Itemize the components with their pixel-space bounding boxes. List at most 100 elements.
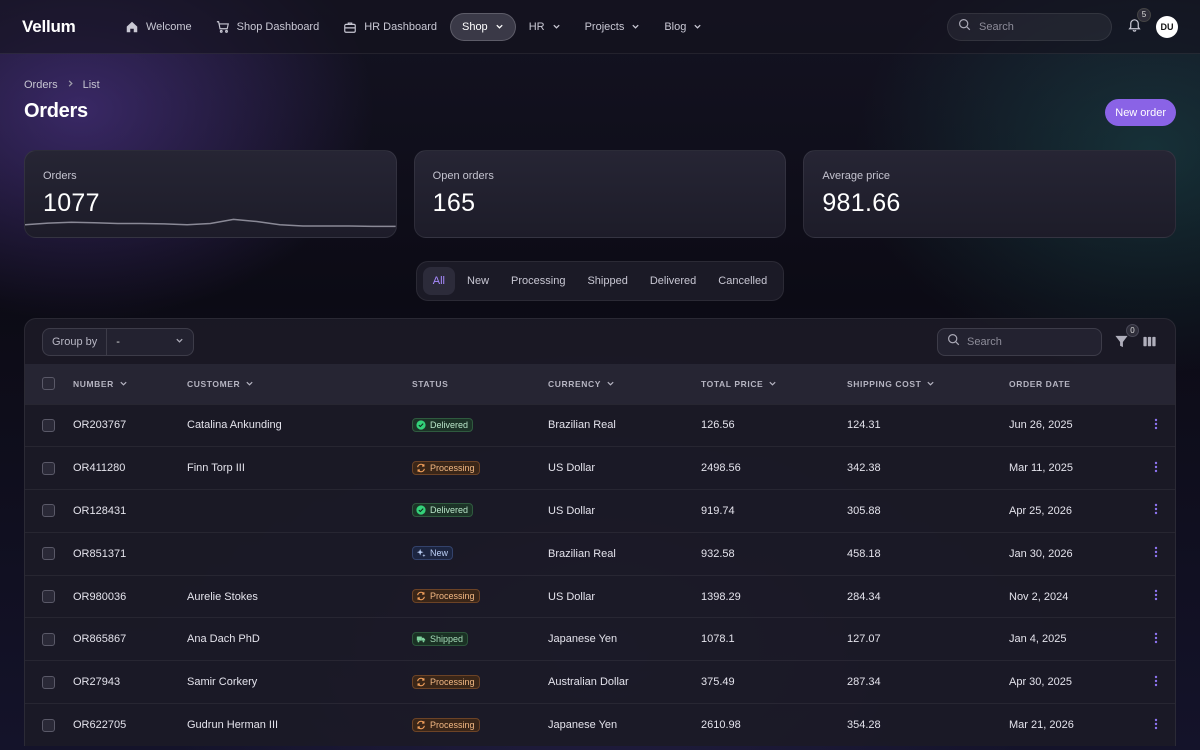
cell-currency: US Dollar [548, 590, 596, 603]
table-row[interactable]: OR411280 Finn Torp III Processing US Dol… [25, 446, 1175, 490]
chevron-down-icon [175, 336, 184, 348]
page-header: Orders List Orders New order [0, 54, 1200, 150]
table-header-row: Number Customer Status Currency Total pr… [25, 364, 1175, 404]
breadcrumb-item-orders[interactable]: Orders [24, 79, 58, 91]
status-label: Delivered [430, 419, 469, 430]
tab-shipped[interactable]: Shipped [577, 267, 637, 295]
table-row[interactable]: OR27943 Samir Corkery Processing Austral… [25, 660, 1175, 704]
filter-button[interactable]: 0 [1114, 323, 1139, 350]
status-label: Processing [430, 462, 475, 473]
row-actions-button[interactable] [1150, 461, 1162, 473]
cell-total-price: 932.58 [701, 547, 735, 560]
cell-customer: Finn Torp III [187, 462, 245, 475]
status-badge: Shipped [412, 631, 469, 646]
cell-total-price: 1078.1 [701, 633, 735, 646]
cell-total-price: 2610.98 [701, 719, 741, 732]
breadcrumb: Orders List [24, 79, 1176, 91]
column-header-customer[interactable]: Customer [187, 379, 254, 389]
row-actions-button[interactable] [1150, 632, 1162, 644]
table-row[interactable]: OR980036 Aurelie Stokes Processing US Do… [25, 575, 1175, 618]
status-badge: New [412, 546, 454, 561]
row-actions-button[interactable] [1150, 503, 1162, 515]
nav-item-blog[interactable]: Blog [653, 13, 713, 41]
columns-toggle-button[interactable] [1142, 334, 1158, 350]
select-all-checkbox[interactable] [42, 377, 55, 391]
row-actions-button[interactable] [1150, 675, 1162, 687]
sparkles-icon [416, 549, 426, 558]
stats-row: Orders 1077 Open orders 165 Average pric… [0, 150, 1200, 238]
cell-shipping-cost: 287.34 [847, 676, 881, 689]
table-row[interactable]: OR865867 Ana Dach PhD Shipped Japanese Y… [25, 617, 1175, 661]
row-checkbox[interactable] [42, 418, 55, 432]
cell-number: OR27943 [73, 676, 121, 689]
cell-order-date: Apr 25, 2026 [1009, 504, 1072, 517]
row-actions-button[interactable] [1150, 418, 1162, 430]
row-checkbox[interactable] [42, 504, 55, 518]
cell-shipping-cost: 284.34 [847, 590, 881, 603]
nav-item-projects[interactable]: Projects [574, 13, 652, 41]
status-label: Delivered [430, 505, 469, 516]
cell-shipping-cost: 305.88 [847, 504, 881, 517]
chevron-down-icon [246, 381, 253, 386]
check-circle-icon [416, 420, 426, 430]
cell-customer: Samir Corkery [187, 676, 258, 689]
column-header-shipping-cost[interactable]: Shipping cost [847, 379, 935, 389]
search-icon [958, 18, 971, 36]
cell-total-price: 375.49 [701, 676, 735, 689]
chevron-down-icon [607, 381, 614, 386]
row-checkbox[interactable] [42, 461, 55, 475]
cell-customer [187, 490, 412, 533]
column-header-label: Status [412, 378, 449, 389]
column-header-label: Order date [1009, 378, 1071, 389]
table-row[interactable]: OR128431 Delivered US Dollar 919.74 305.… [25, 489, 1175, 533]
cell-currency: Japanese Yen [548, 633, 618, 646]
new-order-button[interactable]: New order [1105, 99, 1176, 126]
tab-cancelled[interactable]: Cancelled [708, 267, 777, 295]
cell-currency: US Dollar [548, 504, 596, 517]
tab-new[interactable]: New [457, 267, 499, 295]
notifications-button[interactable]: 5 [1124, 7, 1151, 37]
row-actions-button[interactable] [1150, 546, 1162, 558]
cell-order-date: Jan 4, 2025 [1009, 633, 1067, 646]
refresh-icon [417, 720, 425, 729]
row-checkbox[interactable] [42, 632, 55, 646]
user-avatar[interactable]: DU [1156, 15, 1178, 38]
table-row[interactable]: OR203767 Catalina Ankunding Delivered Br… [25, 404, 1175, 447]
tab-all[interactable]: All [422, 267, 456, 295]
nav-item-hr-dashboard[interactable]: HR Dashboard [332, 13, 448, 41]
row-checkbox[interactable] [42, 675, 55, 689]
table-search [937, 327, 1102, 356]
row-actions-button[interactable] [1150, 718, 1162, 730]
group-by-select[interactable]: - [107, 329, 193, 355]
chevron-down-icon [631, 22, 640, 31]
chevron-right-icon [66, 79, 75, 91]
row-checkbox[interactable] [42, 590, 55, 604]
cell-shipping-cost: 354.28 [847, 719, 881, 732]
row-actions-button[interactable] [1150, 589, 1162, 601]
table-row[interactable]: OR622705 Gudrun Herman III Processing Ja… [25, 703, 1175, 747]
table-row[interactable]: OR851371 New Brazilian Real 932.58 458.1… [25, 532, 1175, 575]
nav-item-welcome[interactable]: Welcome [114, 13, 203, 41]
filter-count-badge: 0 [1126, 323, 1139, 337]
global-search-input[interactable] [979, 20, 1101, 33]
cell-number: OR622705 [73, 719, 127, 732]
status-badge: Processing [412, 674, 480, 689]
column-header-total-price[interactable]: Total price [701, 379, 777, 389]
column-header-number[interactable]: Number [73, 379, 128, 389]
column-header-currency[interactable]: Currency [548, 379, 615, 389]
notification-count-badge: 5 [1137, 7, 1151, 22]
refresh-icon [417, 677, 425, 686]
tab-delivered[interactable]: Delivered [640, 267, 706, 295]
row-checkbox[interactable] [42, 718, 55, 732]
tab-processing[interactable]: Processing [501, 267, 575, 295]
cell-shipping-cost: 458.18 [847, 547, 881, 560]
nav-item-shop[interactable]: Shop [449, 12, 516, 41]
cell-customer [187, 532, 412, 575]
row-checkbox[interactable] [42, 547, 55, 561]
cell-currency: Japanese Yen [548, 719, 618, 732]
nav-item-hr[interactable]: HR [518, 13, 572, 41]
table-search-input[interactable] [967, 335, 1092, 348]
brand-logo[interactable]: Vellum [22, 17, 114, 37]
status-badge: Delivered [412, 503, 474, 518]
nav-item-shop-dashboard[interactable]: Shop Dashboard [205, 13, 331, 41]
